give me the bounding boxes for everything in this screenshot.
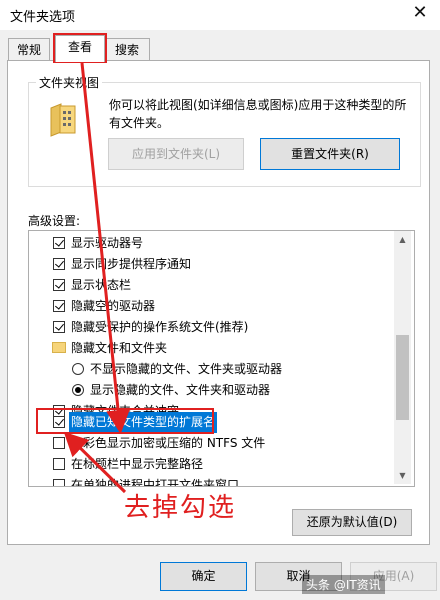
- restore-defaults-button[interactable]: 还原为默认值(D): [292, 509, 412, 536]
- folder-view-group-title: 文件夹视图: [36, 74, 103, 91]
- tab-general[interactable]: 常规: [8, 38, 50, 61]
- tab-search[interactable]: 搜索: [104, 38, 150, 61]
- list-item-label: 隐藏文件和文件夹: [71, 341, 168, 355]
- checkbox[interactable]: [53, 458, 65, 470]
- ok-button[interactable]: 确定: [160, 562, 247, 591]
- watermark: 头条 @IT资讯: [302, 575, 385, 594]
- window-title: 文件夹选项: [10, 10, 76, 25]
- reset-folders-button[interactable]: 重置文件夹(R): [260, 138, 400, 170]
- list-item-label: 显示驱动器号: [71, 236, 144, 250]
- radio-button[interactable]: [72, 384, 84, 396]
- list-item-label: 显示隐藏的文件、文件夹和驱动器: [90, 383, 271, 397]
- list-item-label: 用彩色显示加密或压缩的 NTFS 文件: [71, 436, 266, 450]
- scroll-up-icon[interactable]: ▲: [394, 231, 411, 248]
- list-item-label: 隐藏空的驱动器: [71, 299, 156, 313]
- list-item-label: 在标题栏中显示完整路径: [71, 457, 204, 471]
- folder-view-description: 你可以将此视图(如详细信息或图标)应用于这种类型的所有文件夹。: [109, 98, 407, 130]
- highlight-box-extension-row: [36, 408, 214, 434]
- advanced-settings-label: 高级设置:: [28, 214, 81, 228]
- folder-icon: [52, 342, 66, 353]
- checkbox[interactable]: [53, 258, 65, 270]
- checkbox[interactable]: [53, 300, 65, 312]
- radio-button[interactable]: [72, 363, 84, 375]
- checkbox[interactable]: [53, 437, 65, 449]
- tab-view[interactable]: 查看: [55, 35, 105, 62]
- checkbox[interactable]: [53, 279, 65, 291]
- close-icon[interactable]: ✕: [410, 3, 430, 23]
- scroll-down-icon[interactable]: ▼: [394, 467, 411, 484]
- list-item-label: 不显示隐藏的文件、文件夹或驱动器: [90, 362, 283, 376]
- list-item-label: 隐藏受保护的操作系统文件(推荐): [71, 320, 249, 334]
- checkbox[interactable]: [53, 479, 65, 486]
- advanced-settings-list[interactable]: 显示驱动器号 显示同步提供程序通知 显示状态栏 隐藏空的驱动器 隐藏受保护的操作…: [28, 230, 415, 487]
- checkbox[interactable]: [53, 237, 65, 249]
- apply-to-folders-button[interactable]: 应用到文件夹(L): [108, 138, 244, 170]
- scrollbar-thumb[interactable]: [396, 335, 409, 420]
- list-item-label: 显示同步提供程序通知: [71, 257, 192, 271]
- checkbox[interactable]: [53, 321, 65, 333]
- annotation-text: 去掉勾选: [124, 493, 237, 523]
- list-item-label: 显示状态栏: [71, 278, 132, 292]
- list-item-label: 在单独的进程中打开文件夹窗口: [71, 478, 240, 487]
- folder-icon: [49, 102, 77, 138]
